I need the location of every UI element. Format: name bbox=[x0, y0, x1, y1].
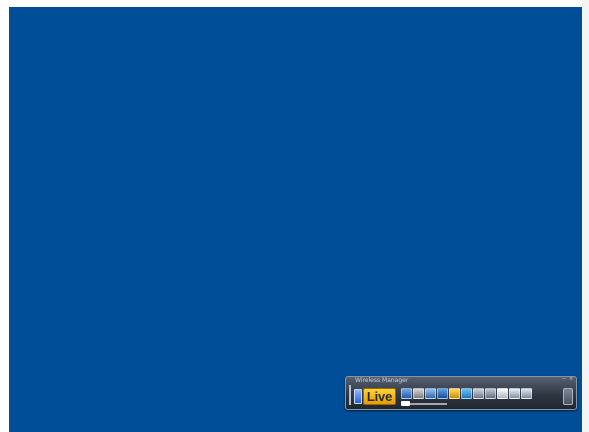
slider-knob[interactable] bbox=[401, 401, 410, 406]
expand-icon[interactable] bbox=[521, 388, 532, 399]
widget-scroll-button[interactable] bbox=[563, 388, 573, 405]
network-settings-icon[interactable] bbox=[413, 388, 424, 399]
wireless-manager-title: Wireless Manager bbox=[355, 377, 409, 384]
screen-icon[interactable] bbox=[461, 388, 472, 399]
screen: Wireless Manager − × Live bbox=[0, 0, 589, 432]
wireless-manager-widget[interactable]: Wireless Manager − × Live bbox=[345, 376, 577, 410]
bluetooth-icon[interactable] bbox=[401, 388, 412, 399]
live-button[interactable]: Live bbox=[363, 388, 396, 405]
globe-icon[interactable] bbox=[473, 388, 484, 399]
window-right-edge bbox=[582, 0, 589, 432]
phone-icon[interactable] bbox=[354, 389, 362, 404]
close-icon[interactable]: × bbox=[569, 377, 574, 382]
users-icon[interactable] bbox=[485, 388, 496, 399]
drag-handle[interactable] bbox=[349, 385, 351, 405]
video-icon[interactable] bbox=[509, 388, 520, 399]
desktop-background bbox=[9, 7, 582, 432]
mail-icon[interactable] bbox=[437, 388, 448, 399]
camera-icon[interactable] bbox=[497, 388, 508, 399]
minimize-icon[interactable]: − bbox=[562, 377, 567, 382]
folder-icon[interactable] bbox=[449, 388, 460, 399]
display-icon[interactable] bbox=[425, 388, 436, 399]
